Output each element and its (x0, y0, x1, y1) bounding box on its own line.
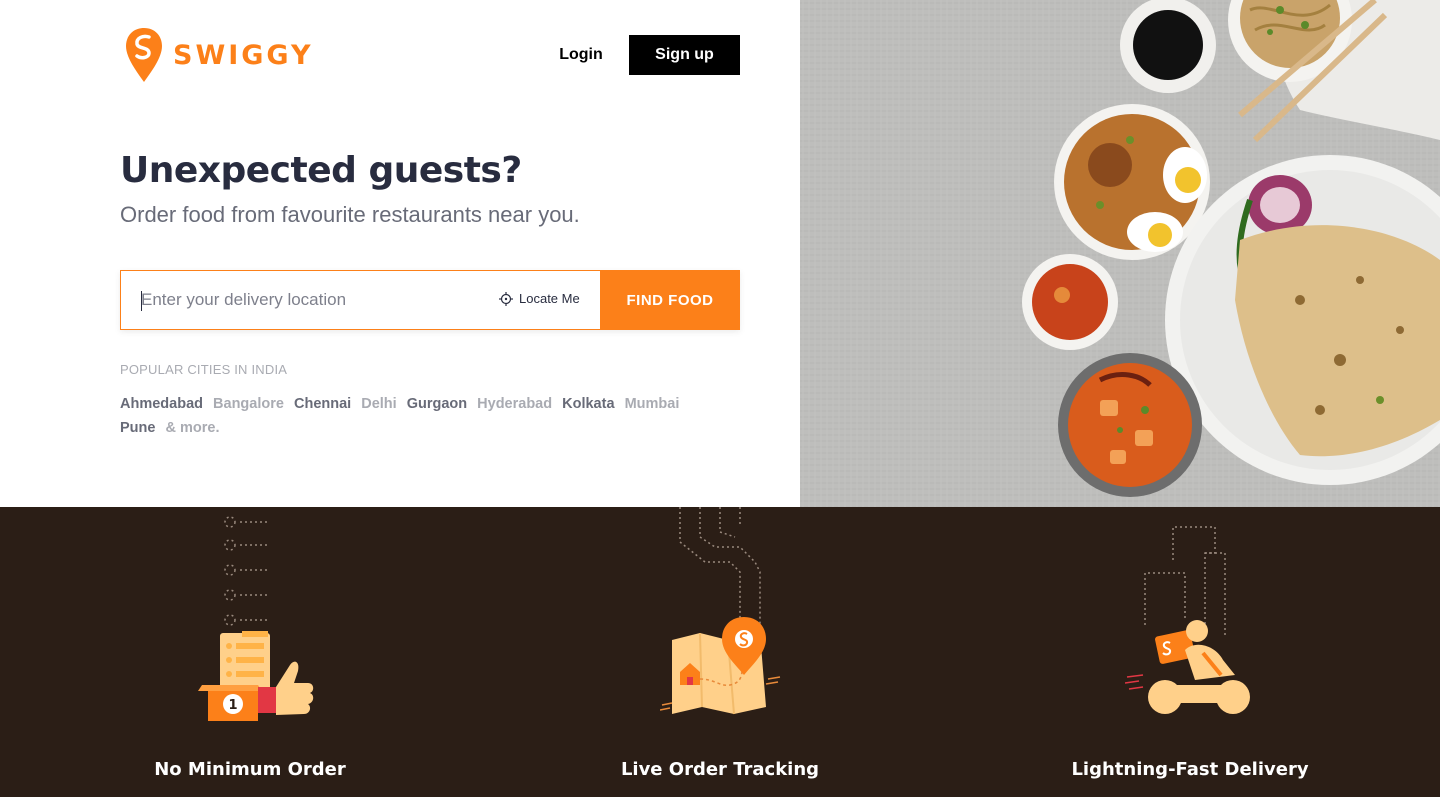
delivery-scooter-icon (1125, 526, 1250, 714)
feature-no-minimum-order: 1 No Minimum Order (10, 507, 490, 797)
city-link-kolkata[interactable]: Kolkata (562, 396, 614, 412)
popular-cities-list: Ahmedabad Bangalore Chennai Delhi Gurgao… (120, 392, 700, 440)
city-link-mumbai[interactable]: Mumbai (625, 396, 680, 412)
city-link-pune[interactable]: Pune (120, 420, 155, 436)
feature-title: Live Order Tracking (620, 759, 820, 780)
hero-left-panel: SWIGGY Login Sign up Unexpected guests? … (0, 0, 800, 507)
city-link-chennai[interactable]: Chennai (294, 396, 351, 412)
brand-name: SWIGGY (173, 39, 314, 71)
swiggy-logo[interactable]: SWIGGY (125, 27, 314, 83)
find-food-button[interactable]: FIND FOOD (600, 270, 740, 330)
food-hero-image (800, 0, 1440, 507)
feature-live-order-tracking: Live Order Tracking (480, 507, 960, 797)
features-section: 1 No Minimum Order Live Order Tracking L… (0, 507, 1440, 797)
hero-headline: Unexpected guests? (120, 150, 522, 191)
location-search-bar: Locate Me FIND FOOD (120, 270, 740, 330)
login-button[interactable]: Login (545, 35, 617, 75)
hero-section: SWIGGY Login Sign up Unexpected guests? … (0, 0, 1440, 507)
location-field: Locate Me (120, 270, 600, 330)
thumbs-up-order-icon: 1 (198, 516, 314, 721)
locate-me-label: Locate Me (519, 291, 580, 306)
feature-title: No Minimum Order (154, 759, 346, 780)
crosshair-icon (499, 291, 513, 306)
city-link-gurgaon[interactable]: Gurgaon (407, 396, 467, 412)
feature-title: Lightning-Fast Delivery (1071, 759, 1309, 780)
locate-me-button[interactable]: Locate Me (499, 291, 580, 306)
delivery-location-input[interactable] (141, 271, 481, 329)
hero-subline: Order food from favourite restaurants ne… (120, 202, 580, 227)
city-link-delhi[interactable]: Delhi (361, 396, 396, 412)
city-link-bangalore[interactable]: Bangalore (213, 396, 284, 412)
feature-lightning-fast-delivery: Lightning-Fast Delivery (950, 507, 1430, 797)
svg-text:1: 1 (228, 698, 237, 713)
city-link-ahmedabad[interactable]: Ahmedabad (120, 396, 203, 412)
swiggy-pin-logo-icon (126, 28, 162, 82)
city-link-hyderabad[interactable]: Hyderabad (477, 396, 552, 412)
map-tracking-icon (660, 507, 781, 715)
more-cities-link[interactable]: & more. (165, 420, 219, 436)
popular-cities-title: POPULAR CITIES IN INDIA (120, 362, 288, 377)
food-spread-illustration (800, 0, 1440, 507)
signup-button[interactable]: Sign up (629, 35, 740, 75)
